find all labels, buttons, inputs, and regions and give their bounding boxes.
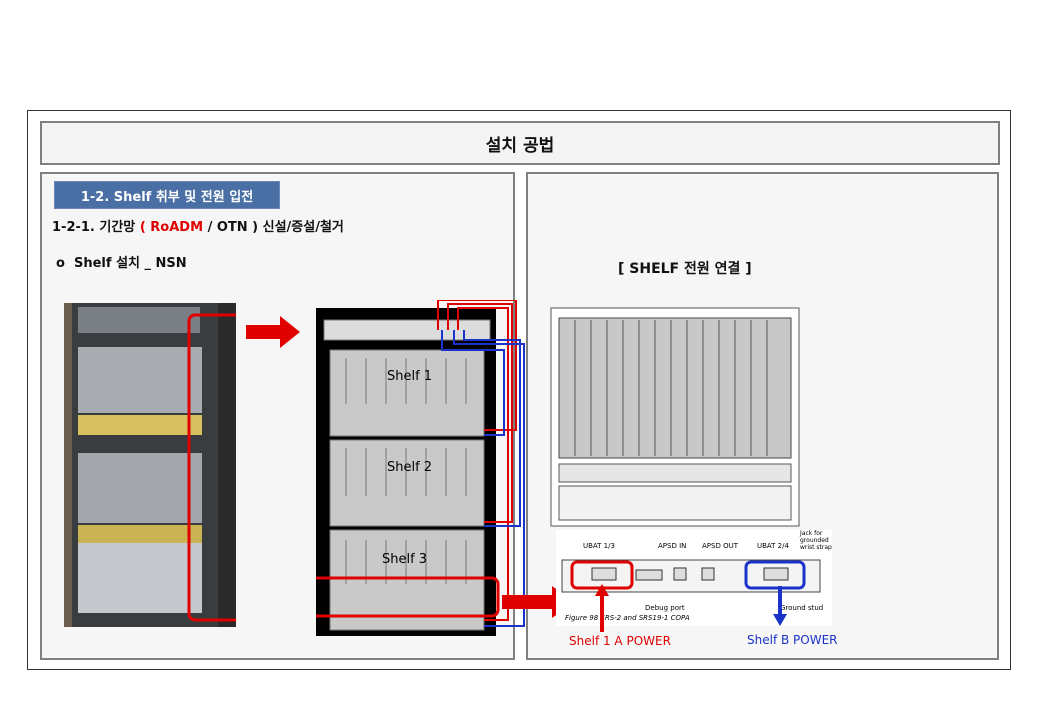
label-ubat13: UBAT 1/3 (583, 542, 615, 550)
label-jack: Jack for grounded wrist strap (800, 530, 832, 551)
bullet: o (56, 256, 65, 271)
subtitle-suffix: 신설/증설/철거 (262, 220, 344, 235)
arrow-right-icon (246, 316, 300, 348)
rack-photo (64, 303, 236, 627)
subtitle-roadm: RoADM (150, 220, 204, 235)
install-text: Shelf 설치 _ NSN (74, 256, 187, 271)
install-line: o Shelf 설치 _ NSN (56, 252, 187, 271)
subtitle-paren: ( (139, 220, 146, 235)
arrow-down-icon (773, 586, 787, 626)
label-ubat24: UBAT 2/4 (757, 542, 789, 550)
subtitle: 1-2-1. 기간망 ( RoADM / OTN ) 신설/증설/철거 (52, 216, 344, 235)
power-b-label: Shelf B POWER (747, 633, 838, 647)
section-label: 1-2. Shelf 취부 및 전원 입전 (54, 181, 280, 209)
label-apsd-in: APSD IN (658, 542, 687, 550)
shelf-1-label: Shelf 1 (387, 369, 433, 384)
power-a-label: Shelf 1 A POWER (569, 634, 671, 648)
page-title: 설치 공법 (40, 121, 1000, 165)
shelf-2-label: Shelf 2 (387, 460, 433, 475)
figure-caption: Figure 98 SRS-2 and SRS19-1 COPA (565, 614, 690, 622)
label-apsd-out: APSD OUT (702, 542, 738, 550)
arrow-up-icon (595, 584, 609, 632)
subtitle-prefix: 1-2-1. 기간망 (52, 220, 136, 235)
shelf-3-label: Shelf 3 (382, 552, 428, 567)
label-debug-port: Debug port (645, 604, 685, 612)
shelf-drawing (550, 307, 800, 527)
subtitle-otn: / OTN ) (207, 220, 259, 235)
connection-title: [ SHELF 전원 연결 ] (618, 261, 752, 277)
